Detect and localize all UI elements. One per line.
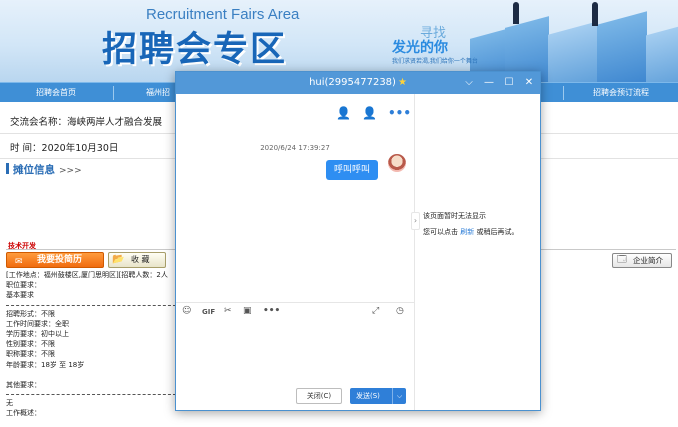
job-details: [工作地点：福州鼓楼区,厦门思明区][招聘人数：2人 职位要求： 基本要求 招聘… bbox=[6, 270, 181, 418]
detail-line: 性别要求：不限 bbox=[6, 340, 55, 349]
building-graphic bbox=[646, 24, 678, 82]
building-graphic bbox=[597, 11, 647, 82]
page-error-title: 该页面暂时无法显示 bbox=[423, 212, 486, 220]
star-icon: ★ bbox=[397, 77, 407, 88]
favorite-label: 收 藏 bbox=[131, 255, 150, 264]
booth-heading-arrows: >>> bbox=[59, 166, 82, 176]
folder-icon: 📂 bbox=[112, 254, 125, 265]
booth-heading-label: 摊位信息 bbox=[13, 164, 55, 176]
detail-line: 工作时间要求：全职 bbox=[6, 319, 69, 328]
more-icon[interactable]: ••• bbox=[388, 106, 411, 120]
user-settings-icon[interactable]: 👤 bbox=[362, 106, 377, 120]
page-error-message: 您可以点击 刷新 或稍后再试。 bbox=[423, 227, 518, 237]
chat-side-pane: › 该页面暂时无法显示 您可以点击 刷新 或稍后再试。 bbox=[411, 94, 540, 410]
close-icon[interactable]: ✕ bbox=[522, 72, 536, 94]
message-bubble[interactable]: 呼叫呼叫 bbox=[326, 160, 379, 180]
error-prefix: 您可以点击 bbox=[423, 228, 458, 236]
more-icon[interactable]: ••• bbox=[263, 306, 280, 316]
banner-slogan: 发光的你 bbox=[392, 40, 448, 56]
message-timestamp: 2020/6/24 17:39:27 bbox=[260, 144, 330, 152]
avatar[interactable] bbox=[388, 154, 406, 172]
dashed-divider bbox=[6, 304, 176, 306]
dashed-divider bbox=[6, 394, 176, 396]
chevron-down-icon[interactable]: ⌵ bbox=[392, 388, 406, 404]
chevron-down-icon[interactable]: ⌵ bbox=[462, 72, 476, 94]
company-profile-label: 企业简介 bbox=[633, 256, 663, 265]
banner-title-zh: 招聘会专区 bbox=[102, 30, 288, 70]
document-icon: 🗔 bbox=[617, 255, 627, 265]
refresh-link[interactable]: 刷新 bbox=[460, 228, 474, 236]
input-toolbar-divider bbox=[176, 302, 414, 303]
chevron-right-icon[interactable]: › bbox=[411, 212, 420, 230]
nav-item-home[interactable]: 招聘会首页 bbox=[0, 83, 112, 103]
error-suffix: 或稍后再试。 bbox=[476, 228, 519, 236]
resume-icon: ✉ bbox=[15, 257, 23, 267]
detail-line: 年龄要求：18岁 至 18岁 bbox=[6, 360, 85, 369]
emoji-icon[interactable]: ☺ bbox=[182, 306, 191, 316]
send-label: 发送(S) bbox=[356, 392, 380, 400]
image-icon[interactable]: ▣ bbox=[243, 306, 252, 316]
apply-resume-button[interactable]: ✉ 我要投简历 bbox=[6, 252, 104, 268]
chat-titlebar[interactable]: hui(2995477238) ★ ⌵ — ☐ ✕ bbox=[176, 72, 540, 94]
detail-line: 其他要求： bbox=[6, 380, 41, 389]
apply-resume-label: 我要投简历 bbox=[37, 255, 83, 265]
building-graphic bbox=[548, 21, 598, 82]
detail-line: 基本要求 bbox=[6, 291, 34, 300]
expand-icon[interactable]: ⤢ bbox=[372, 306, 379, 316]
history-icon[interactable]: ◷ bbox=[396, 306, 404, 316]
detail-line: 招聘形式：不限 bbox=[6, 309, 55, 318]
add-user-icon[interactable]: 👤 bbox=[336, 106, 351, 120]
detail-line: 职称要求：不限 bbox=[6, 350, 55, 359]
favorite-button[interactable]: 📂 收 藏 bbox=[108, 252, 166, 268]
nav-item-booking-process[interactable]: 招聘会预订流程 bbox=[564, 83, 678, 103]
person-silhouette bbox=[513, 2, 519, 24]
site-banner: Recruitment Fairs Area 招聘会专区 寻找 发光的你 我们求… bbox=[0, 0, 678, 82]
maximize-icon[interactable]: ☐ bbox=[502, 72, 516, 94]
send-button[interactable]: 发送(S) ⌵ bbox=[350, 388, 406, 404]
person-silhouette bbox=[592, 2, 598, 26]
banner-slogan-sub: 我们求贤若渴,我们给你一个舞台 bbox=[392, 58, 478, 65]
detail-line: 工作概述： bbox=[6, 409, 41, 418]
detail-line: 学历要求：初中以上 bbox=[6, 330, 69, 339]
scissors-icon[interactable]: ✂ bbox=[224, 306, 232, 316]
gif-icon[interactable]: GIF bbox=[202, 308, 215, 316]
detail-line: [工作地点：福州鼓楼区,厦门思明区][招聘人数：2人 bbox=[6, 271, 168, 279]
detail-line: 无 bbox=[6, 399, 13, 408]
company-profile-button[interactable]: 🗔 企业简介 bbox=[612, 253, 672, 268]
detail-line: 职位要求： bbox=[6, 281, 41, 290]
chat-title-text: hui(2995477238) bbox=[309, 77, 396, 88]
minimize-icon[interactable]: — bbox=[482, 72, 496, 94]
chat-window: hui(2995477238) ★ ⌵ — ☐ ✕ 👤 👤 ••• 2020/6/… bbox=[175, 71, 541, 411]
heading-bar bbox=[6, 163, 9, 174]
detail-spacer bbox=[6, 370, 181, 380]
close-button[interactable]: 关闭(C) bbox=[296, 388, 342, 404]
chat-main-pane: 👤 👤 ••• 2020/6/24 17:39:27 呼叫呼叫 ☺ GIF ✂ … bbox=[176, 94, 414, 410]
